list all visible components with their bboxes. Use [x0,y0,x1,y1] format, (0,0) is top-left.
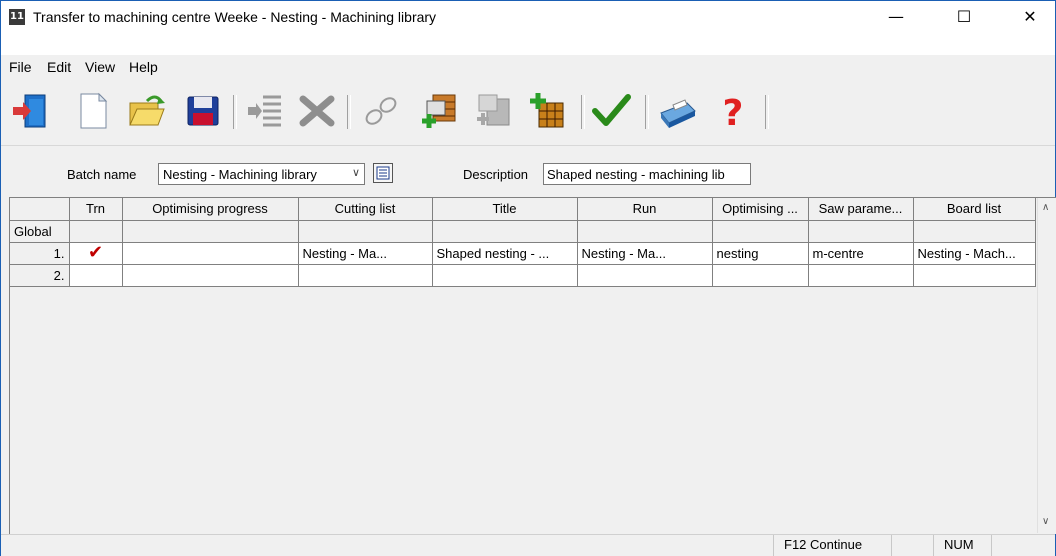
menu-bar: File Edit View Help [1,33,1055,75]
column-header-optimising-progress[interactable]: Optimising progress [122,198,299,221]
corner-cell[interactable] [10,198,70,221]
table-header-row: Trn Optimising progress Cutting list Tit… [10,198,1036,221]
status-num: NUM [933,535,991,556]
app-icon[interactable]: 11 [9,9,25,25]
status-hint: F12 Continue [773,535,891,556]
table-cell[interactable] [712,220,809,243]
optimising-cell[interactable]: nesting [712,242,809,265]
table-cell[interactable] [69,220,123,243]
saw-parameters-cell[interactable] [808,264,914,287]
column-header-cutting-list[interactable]: Cutting list [298,198,433,221]
saw-parameters-cell[interactable]: m-centre [808,242,914,265]
check-icon[interactable] [591,91,631,131]
trn-cell[interactable] [69,264,123,287]
save-icon[interactable] [183,91,223,131]
batch-table: Trn Optimising progress Cutting list Tit… [10,198,1036,287]
add-board-icon[interactable] [527,91,567,131]
link-icon[interactable] [361,91,401,131]
batch-name-label: Batch name [67,167,137,182]
copy-parts-icon[interactable] [473,91,513,131]
column-header-saw-parameters[interactable]: Saw parame... [808,198,914,221]
description-field[interactable]: Shaped nesting - machining lib [543,163,751,185]
app-window: 11 Transfer to machining centre Weeke - … [0,0,1056,556]
status-extra [991,535,1055,556]
run-cell[interactable] [577,264,713,287]
toolbar-separator [581,95,585,129]
row-number[interactable]: 1. [10,242,70,265]
menu-help[interactable]: Help [129,59,158,75]
toolbar-separator [765,95,769,129]
menu-edit[interactable]: Edit [47,59,71,75]
table-cell[interactable] [808,220,914,243]
menu-view[interactable]: View [85,59,115,75]
minimize-button[interactable]: — [873,1,919,33]
list-icon [376,166,390,180]
column-header-run[interactable]: Run [577,198,713,221]
print-icon[interactable] [657,91,697,131]
scroll-down-icon[interactable]: ∨ [1042,516,1049,527]
optimising-progress-cell[interactable] [122,242,299,265]
toolbar-separator [347,95,351,129]
row-number[interactable]: 2. [10,264,70,287]
table-row[interactable]: 2. [10,264,1036,287]
toolbar: ? [1,81,1055,146]
maximize-button[interactable]: ☐ [941,1,987,33]
batch-grid: Trn Optimising progress Cutting list Tit… [9,197,1056,534]
table-cell[interactable] [432,220,578,243]
scroll-up-icon[interactable]: ∧ [1042,202,1049,213]
delete-icon[interactable] [297,91,337,131]
optimising-progress-cell[interactable] [122,264,299,287]
new-icon[interactable] [73,91,113,131]
toolbar-separator [645,95,649,129]
run-cell[interactable]: Nesting - Ma... [577,242,713,265]
status-bar: F12 Continue NUM [1,534,1055,556]
table-row[interactable]: 1. ✔ Nesting - Ma... Shaped nesting - ..… [10,242,1036,265]
row-header-global[interactable]: Global [10,220,70,243]
table-row-global[interactable]: Global [10,220,1036,243]
table-cell[interactable] [122,220,299,243]
chevron-down-icon: ∨ [351,167,360,179]
board-list-cell[interactable] [913,264,1036,287]
exit-icon[interactable] [11,91,51,131]
description-label: Description [463,167,529,182]
close-button[interactable]: ✕ [1007,1,1053,33]
table-cell[interactable] [913,220,1036,243]
window-title: Transfer to machining centre Weeke - Nes… [33,9,437,25]
title-cell[interactable] [432,264,578,287]
column-header-trn[interactable]: Trn [69,198,123,221]
cutting-list-cell[interactable]: Nesting - Ma... [298,242,433,265]
column-header-board-list[interactable]: Board list [913,198,1036,221]
help-icon[interactable]: ? [713,91,753,131]
status-main [1,535,773,556]
board-list-cell[interactable]: Nesting - Mach... [913,242,1036,265]
description-value: Shaped nesting - machining lib [547,167,725,182]
indent-icon[interactable] [245,91,285,131]
title-bar: 11 Transfer to machining centre Weeke - … [1,1,1055,33]
menu-file[interactable]: File [9,59,32,75]
table-cell[interactable] [298,220,433,243]
add-material-icon[interactable] [419,91,459,131]
batch-bar: Batch name Nesting - Machining library ∨… [1,147,1055,197]
batch-name-value: Nesting - Machining library [163,167,317,182]
svg-text:?: ? [723,93,744,131]
cutting-list-cell[interactable] [298,264,433,287]
trn-cell[interactable]: ✔ [69,242,123,265]
title-cell[interactable]: Shaped nesting - ... [432,242,578,265]
column-header-optimising[interactable]: Optimising ... [712,198,809,221]
optimising-cell[interactable] [712,264,809,287]
column-header-title[interactable]: Title [432,198,578,221]
checkmark-icon: ✔ [87,242,104,263]
open-icon[interactable] [127,91,167,131]
batch-list-button[interactable] [373,163,393,183]
vertical-scrollbar[interactable]: ∧ ∨ [1037,198,1056,533]
batch-name-select[interactable]: Nesting - Machining library ∨ [158,163,365,185]
table-cell[interactable] [577,220,713,243]
status-spacer [891,535,933,556]
toolbar-separator [233,95,237,129]
